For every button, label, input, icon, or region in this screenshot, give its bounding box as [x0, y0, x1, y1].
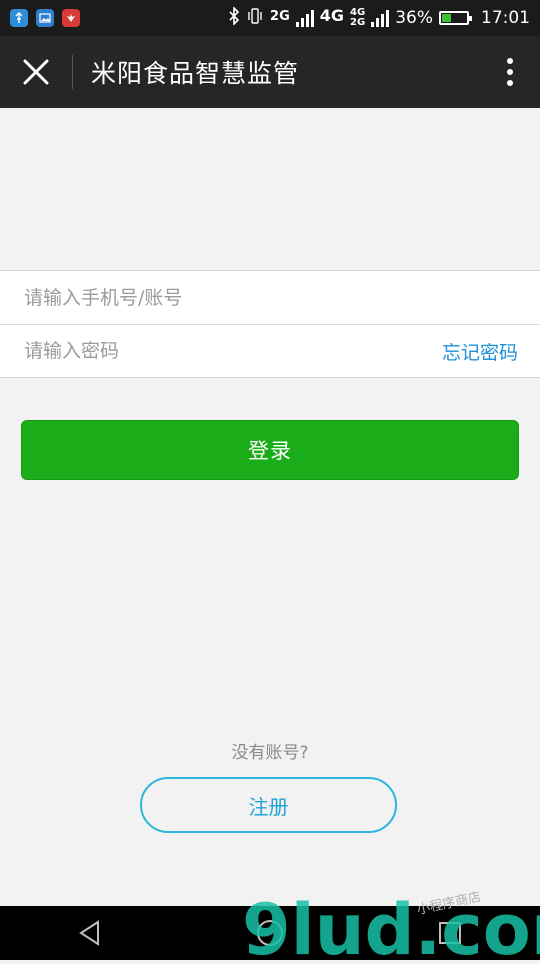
password-input[interactable] [22, 339, 442, 363]
page-title: 米阳食品智慧监管 [91, 59, 300, 88]
recents-button[interactable] [420, 906, 480, 960]
usb-icon [10, 9, 28, 27]
back-button[interactable] [60, 906, 120, 960]
navigation-bar: 米阳食品智慧监管 [0, 36, 540, 108]
battery-icon [439, 11, 472, 25]
more-vertical-icon [507, 58, 513, 86]
home-circle-icon [257, 920, 283, 946]
close-button[interactable] [0, 36, 72, 108]
gallery-icon [36, 9, 54, 27]
login-form: 忘记密码 [0, 270, 540, 378]
home-button[interactable] [240, 906, 300, 960]
recents-square-icon [439, 922, 461, 944]
close-icon [23, 59, 49, 85]
battery-fill [442, 14, 452, 22]
nav-divider [72, 55, 73, 89]
notification-icons [10, 9, 80, 27]
login-button[interactable]: 登录 [21, 420, 519, 480]
more-menu-button[interactable] [480, 36, 540, 108]
account-input[interactable] [22, 285, 518, 310]
system-navigation-bar [0, 906, 540, 960]
register-button[interactable]: 注册 [140, 777, 397, 833]
huawei-icon [62, 9, 80, 27]
clock: 17:01 [481, 8, 530, 28]
signal-strength-icon [371, 9, 390, 27]
battery-percent: 36% [395, 8, 433, 28]
forgot-password-link[interactable]: 忘记密码 [442, 338, 518, 365]
no-account-text: 没有账号? [231, 743, 309, 763]
dual-network-label: 4G 2G [350, 7, 366, 28]
status-bar: 2G 4G 4G 2G 36% 17:01 [0, 0, 540, 36]
network-type-label: 4G [319, 6, 345, 25]
account-row [0, 271, 540, 324]
network-type-label: 2G [270, 8, 290, 24]
password-row: 忘记密码 [0, 324, 540, 377]
back-triangle-icon [79, 920, 99, 946]
system-indicators: 2G 4G 4G 2G 36% 17:01 [228, 5, 530, 30]
vibrate-icon [246, 7, 264, 30]
bluetooth-icon [228, 5, 240, 30]
signal-strength-icon [295, 9, 314, 27]
